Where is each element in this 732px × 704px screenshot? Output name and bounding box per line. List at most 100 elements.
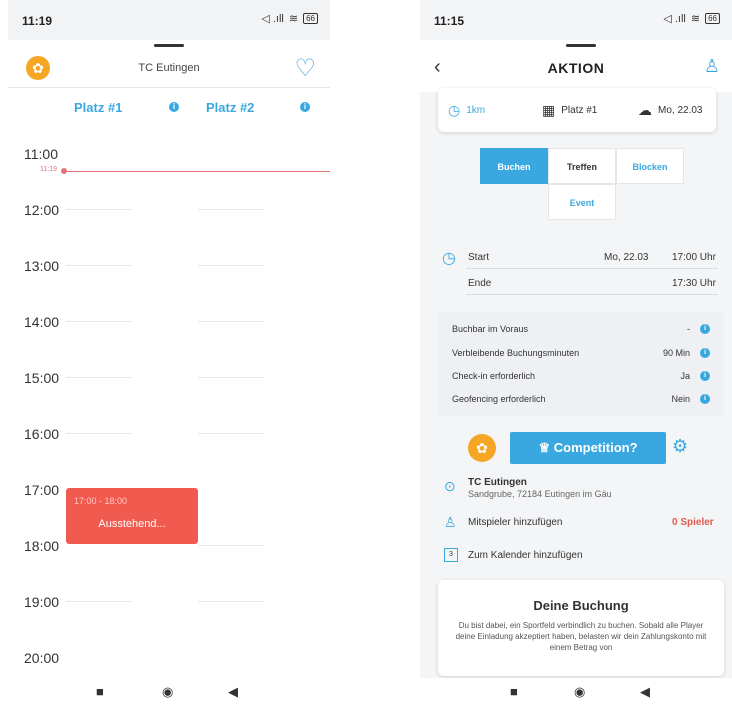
action-screen: 11:15 ◁ .ıll ≋ 66 ‹ AKTION ♙ ◷ 1km ▦ Pla… <box>420 0 732 704</box>
hour-label: 13:00 <box>24 258 60 274</box>
grid-line <box>66 601 132 602</box>
court-grid-icon: ▦ <box>542 102 556 118</box>
info-icon[interactable]: i <box>700 324 710 334</box>
option-label: Buchbar im Voraus <box>452 324 529 334</box>
tab-buchen[interactable]: Buchen <box>480 148 548 184</box>
pending-booking[interactable]: 17:00 - 18:00 Ausstehend... <box>66 488 198 544</box>
grid-line <box>66 377 132 378</box>
grid-line <box>198 321 264 322</box>
end-label: Ende <box>468 278 492 289</box>
hour-label: 16:00 <box>24 426 60 442</box>
add-players-link[interactable]: Mitspieler hinzufügen <box>468 517 563 528</box>
court-2-label[interactable]: Platz #2 <box>206 100 254 115</box>
cloud-icon: ☁ <box>638 102 652 118</box>
grid-line <box>198 209 264 210</box>
home-button[interactable]: ◉ <box>574 684 585 700</box>
grid-line <box>66 433 132 434</box>
signal-icon: ◁ .ıll <box>261 13 284 25</box>
status-icons: ◁ .ıll ≋ 66 <box>261 12 318 25</box>
home-button[interactable]: ◉ <box>162 684 173 700</box>
current-time-label: 11:19 <box>40 166 57 173</box>
court-1-label[interactable]: Platz #1 <box>74 100 122 115</box>
booking-time: 17:00 - 18:00 <box>74 496 128 506</box>
status-time: 11:19 <box>22 14 53 28</box>
add-user-icon[interactable]: ♙ <box>704 56 720 77</box>
hour-label: 20:00 <box>24 650 60 666</box>
hour-label: 12:00 <box>24 202 60 218</box>
system-nav-bar: ■ ◉ ◀ <box>8 678 330 704</box>
club-name: TC Eutingen <box>138 62 200 74</box>
info-icon[interactable]: i <box>700 371 710 381</box>
divider <box>466 268 718 269</box>
start-time[interactable]: 17:00 Uhr <box>672 252 716 263</box>
end-time[interactable]: 17:30 Uhr <box>672 278 716 289</box>
club-logo-icon: ✿ <box>468 434 496 462</box>
sheet-handle[interactable] <box>154 44 184 47</box>
distance-value: 1km <box>466 105 486 116</box>
trophy-icon: ♕ <box>538 440 554 455</box>
grid-line <box>66 321 132 322</box>
hour-label: 18:00 <box>24 538 60 554</box>
booking-options: Buchbar im Voraus - i Verbleibende Buchu… <box>438 312 724 416</box>
battery-icon: 66 <box>303 13 318 24</box>
heart-icon[interactable]: ♡ <box>294 54 316 83</box>
hour-label: 11:00 <box>24 146 58 162</box>
system-nav-bar: ■ ◉ ◀ <box>420 678 732 704</box>
gear-icon[interactable]: ⚙ <box>672 436 688 457</box>
page-title: AKTION <box>547 60 605 76</box>
grid-line <box>198 545 264 546</box>
booking-card-title: Deine Buchung <box>533 598 629 613</box>
app-header: ‹ AKTION ♙ <box>420 40 732 92</box>
status-icons: ◁ .ıll ≋ 66 <box>663 12 720 25</box>
option-label: Geofencing erforderlich <box>452 394 546 404</box>
club-address[interactable]: Sandgrube, 72184 Eutingen im Gäu <box>468 489 612 499</box>
booking-card-text: Du bist dabei, ein Sportfeld verbindlich… <box>455 621 707 652</box>
competition-button[interactable]: ♕ Competition? <box>510 432 666 464</box>
option-value: Nein <box>671 394 690 404</box>
tab-treffen[interactable]: Treffen <box>548 148 616 184</box>
option-value: - <box>687 324 690 334</box>
hour-label: 19:00 <box>24 594 60 610</box>
start-date[interactable]: Mo, 22.03 <box>604 252 648 263</box>
sheet-handle[interactable] <box>566 44 596 47</box>
calendar-screen: 11:19 ◁ .ıll ≋ 66 ✿ TC Eutingen ♡ Platz … <box>8 0 330 704</box>
status-bar: 11:15 ◁ .ıll ≋ 66 <box>420 0 732 40</box>
hour-label: 17:00 <box>24 482 60 498</box>
add-player-icon: ♙ <box>444 514 457 530</box>
info-icon[interactable]: i <box>700 394 710 404</box>
tab-event[interactable]: Event <box>548 184 616 220</box>
location-pin-icon: ⊙ <box>444 478 456 494</box>
wifi-icon: ≋ <box>288 13 299 25</box>
add-to-calendar-link[interactable]: Zum Kalender hinzufügen <box>468 550 583 561</box>
grid-line <box>198 601 264 602</box>
recents-button[interactable]: ■ <box>96 684 104 699</box>
players-count: 0 Spieler <box>672 517 714 528</box>
option-value: Ja <box>680 371 690 381</box>
booking-summary: ◷ 1km ▦ Platz #1 ☁ Mo, 22.03 <box>438 88 716 132</box>
back-button[interactable]: ◀ <box>640 684 650 700</box>
current-time-line <box>64 171 330 172</box>
app-header: ✿ TC Eutingen ♡ <box>8 50 330 88</box>
court-value: Platz #1 <box>561 105 598 116</box>
info-icon[interactable]: i <box>300 102 310 112</box>
info-icon[interactable]: i <box>700 348 710 358</box>
court-header: Platz #1 i Platz #2 i <box>8 96 330 120</box>
signal-icon: ◁ .ıll <box>663 13 686 25</box>
grid-line <box>66 209 132 210</box>
tab-blocken[interactable]: Blocken <box>616 148 684 184</box>
option-label: Check-in erforderlich <box>452 371 536 381</box>
clock-icon: ◷ <box>442 250 456 267</box>
booking-info-card: Deine Buchung Du bist dabei, ein Sportfe… <box>438 580 724 676</box>
calendar-icon: 3 <box>444 548 458 562</box>
club-name: TC Eutingen <box>468 477 527 488</box>
court-item: ▦ Platz #1 <box>542 102 597 119</box>
competition-label: Competition? <box>553 440 638 455</box>
wifi-icon: ≋ <box>690 13 701 25</box>
hour-label: 14:00 <box>24 314 60 330</box>
back-button[interactable]: ◀ <box>228 684 238 700</box>
divider <box>466 294 718 295</box>
grid-line <box>198 377 264 378</box>
status-bar: 11:19 ◁ .ıll ≋ 66 <box>8 0 330 40</box>
info-icon[interactable]: i <box>169 102 179 112</box>
recents-button[interactable]: ■ <box>510 684 518 699</box>
